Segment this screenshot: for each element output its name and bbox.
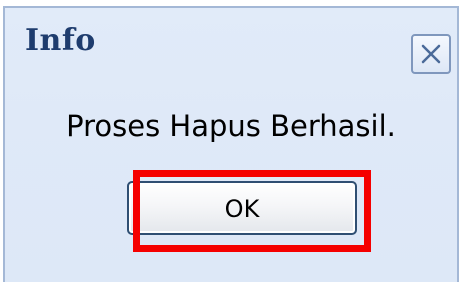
highlight-annotation <box>133 170 371 252</box>
close-icon <box>421 44 441 64</box>
dialog-title: Info <box>25 23 96 58</box>
dialog-title-bar: Info <box>5 8 457 78</box>
dialog-message: Proses Hapus Berhasil. <box>66 109 396 143</box>
close-button[interactable] <box>411 34 451 74</box>
